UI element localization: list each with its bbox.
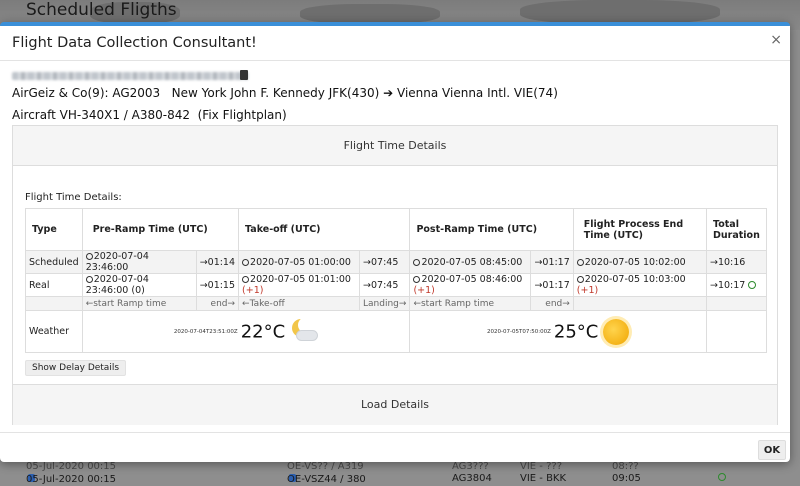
- smile-icon: [748, 280, 757, 289]
- col-takeoff: Take-off (UTC): [238, 208, 411, 251]
- background-table-row[interactable]: 05-Jul-2020 00:15 OE-VSZ44 / 380 AG3804 …: [0, 472, 800, 486]
- col-total-duration: Total Duration: [706, 208, 767, 251]
- modal-title: Flight Data Collection Consultant!: [12, 35, 257, 51]
- flight-data-modal: Flight Data Collection Consultant! × Air…: [0, 22, 790, 462]
- table-row-real: Real 2020-07-04 23:46:00 (0) →01:15 2020…: [25, 273, 767, 297]
- table-header-row: Type Pre-Ramp Time (UTC) Take-off (UTC) …: [25, 208, 767, 251]
- col-type: Type: [25, 208, 83, 251]
- airline-flight: AirGeiz & Co(9): AG2003: [12, 86, 161, 100]
- arrival-weather: 2020-07-05T07:50:00Z 25°C: [409, 310, 707, 353]
- origin-airport: New York John F. Kennedy JFK(430): [171, 86, 380, 100]
- flight-time-panel-heading[interactable]: Flight Time Details: [13, 126, 777, 166]
- col-pre-ramp: Pre-Ramp Time (UTC): [81, 208, 240, 251]
- aircraft-info: Aircraft VH-340X1 / A380-842: [12, 108, 190, 122]
- page-title: Scheduled Fligths: [26, 0, 177, 20]
- departure-weather: 2020-07-04T23:51:00Z 22°C: [81, 310, 411, 353]
- flight-time-panel: Flight Time Details Flight Time Details:…: [12, 125, 778, 385]
- destination-airport: Vienna Vienna Intl. VIE(74): [397, 86, 558, 100]
- row-aircraft: OE-VSZ44 / 380: [287, 474, 366, 485]
- row-route: VIE - BKK: [520, 473, 567, 484]
- clock-icon: [85, 276, 93, 283]
- clock-icon: [413, 258, 421, 266]
- weather-label: Weather: [25, 310, 83, 353]
- flight-time-label: Flight Time Details:: [25, 192, 122, 203]
- smile-icon: [718, 473, 726, 481]
- table-row-weather: Weather 2020-07-04T23:51:00Z 22°C 2020-0…: [25, 310, 767, 353]
- blurred-icon: [240, 70, 248, 80]
- row-time: 09:05: [612, 473, 641, 484]
- aircraft-summary: Aircraft VH-340X1 / A380-842 (Fix Flight…: [12, 108, 287, 122]
- row-type: Scheduled: [25, 250, 83, 274]
- clock-icon: [242, 276, 250, 283]
- route-summary: AirGeiz & Co(9): AG2003 New York John F.…: [12, 86, 558, 100]
- clock-icon: [576, 258, 584, 266]
- row-date: 05-Jul-2020 00:15: [26, 474, 117, 485]
- table-row-scheduled: Scheduled 2020-07-04 23:46:00 →01:14 202…: [25, 250, 767, 274]
- clock-icon: [85, 253, 93, 260]
- row-flight: AG3804: [452, 473, 492, 484]
- row-type: Real: [25, 273, 83, 297]
- load-details-panel: Load Details: [12, 384, 778, 425]
- table-row-captions: ←start Ramp time end→ ←Take-off Landing→…: [25, 296, 767, 311]
- moon-cloud-icon: [288, 316, 319, 345]
- modal-body-scroll[interactable]: Flight Time Details Flight Time Details:…: [12, 125, 778, 425]
- header-divider: [0, 60, 790, 61]
- col-post-ramp: Post-Ramp Time (UTC): [409, 208, 574, 251]
- clock-icon: [242, 258, 250, 266]
- load-details-panel-heading[interactable]: Load Details: [13, 385, 777, 425]
- fix-flightplan-link[interactable]: (Fix Flightplan): [198, 108, 287, 122]
- blurred-info-line: [12, 72, 248, 80]
- arrow-right-icon: ➔: [383, 86, 394, 100]
- clock-icon: [413, 276, 421, 283]
- ok-button[interactable]: OK: [758, 440, 786, 460]
- flight-time-table: Type Pre-Ramp Time (UTC) Take-off (UTC) …: [25, 208, 767, 353]
- show-delay-details-button[interactable]: Show Delay Details: [25, 360, 127, 376]
- clock-icon: [576, 276, 584, 283]
- col-process-end: Flight Process End Time (UTC): [572, 208, 708, 251]
- close-icon[interactable]: ×: [770, 32, 782, 48]
- footer-divider: [0, 432, 790, 433]
- sun-icon: [603, 318, 630, 345]
